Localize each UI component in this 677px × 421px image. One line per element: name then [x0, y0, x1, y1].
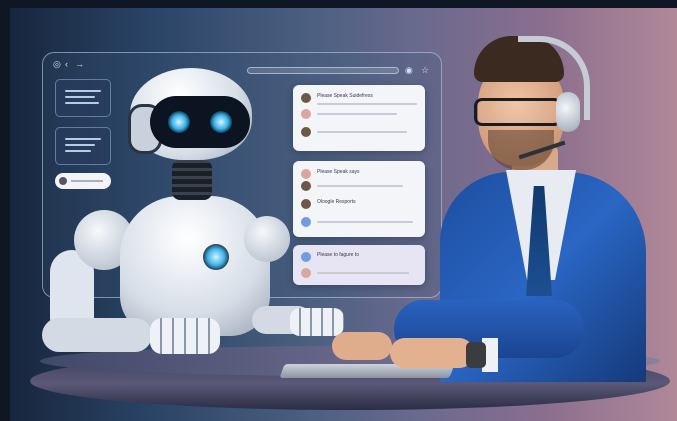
- chat-label: Oloogle Resports: [317, 199, 356, 205]
- arrow-right-icon: →: [75, 59, 84, 69]
- top-border: [0, 0, 677, 8]
- avatar: [301, 181, 311, 191]
- chat-card: Please to fagure to: [293, 245, 425, 285]
- avatar: [301, 109, 311, 119]
- robot-eye: [210, 111, 232, 133]
- robot-eye: [168, 111, 190, 133]
- robot-hand: [290, 308, 344, 336]
- robot-shoulder: [244, 216, 290, 262]
- man-hand: [332, 332, 392, 360]
- avatar: [301, 268, 311, 278]
- robot-visor: [150, 96, 250, 148]
- avatar: [301, 93, 311, 103]
- robot-torso: [120, 196, 270, 336]
- avatar: [301, 252, 311, 262]
- avatar: [301, 217, 311, 227]
- avatar: [301, 169, 311, 179]
- side-panel-card: [55, 127, 111, 165]
- record-icon: ◉: [405, 65, 413, 75]
- chat-label: Please to fagure to: [317, 252, 359, 258]
- chat-label: Please Speak Suidefress: [317, 93, 373, 99]
- robot-hand: [150, 318, 220, 354]
- man-hand: [390, 338, 474, 368]
- robot-forearm: [42, 318, 152, 352]
- url-bar: [247, 67, 399, 74]
- robot-core-light: [203, 244, 229, 270]
- circle-icon: ◎: [53, 59, 61, 69]
- user-pill: [55, 173, 111, 189]
- chat-label: Please Speak says: [317, 169, 360, 175]
- chat-card: Please Speak says Oloogle Resports: [293, 161, 425, 237]
- robot-neck: [172, 160, 212, 200]
- wristwatch: [466, 342, 486, 368]
- avatar: [59, 177, 67, 185]
- avatar: [301, 199, 311, 209]
- star-icon: ☆: [421, 65, 430, 75]
- chat-card: Please Speak Suidefress: [293, 85, 425, 151]
- avatar: [301, 127, 311, 137]
- left-border: [0, 0, 10, 421]
- chevron-left-icon: ‹: [65, 59, 68, 69]
- headset-earcup: [556, 92, 580, 132]
- side-panel-card: [55, 79, 111, 117]
